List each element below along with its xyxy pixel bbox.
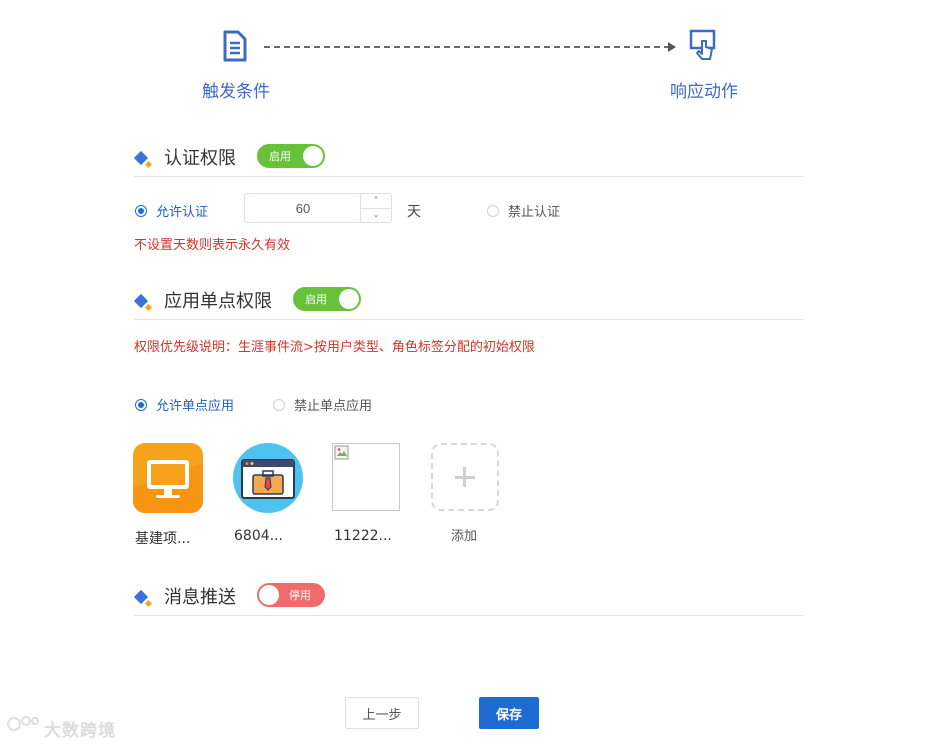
- deny-sso-label: 禁止单点应用: [294, 399, 373, 414]
- monitor-icon: [133, 443, 203, 513]
- increment-chevron-up-icon[interactable]: ⌃: [361, 194, 391, 209]
- days-number-input: ⌃ ⌄: [244, 193, 392, 223]
- allow-sso-label: 允许单点应用: [156, 399, 235, 414]
- app-label-1: 基建项...: [135, 531, 191, 547]
- days-input[interactable]: [245, 194, 361, 222]
- deny-auth-radio[interactable]: 禁止认证: [487, 201, 560, 220]
- touch-screen-icon: [689, 29, 717, 65]
- deny-auth-label: 禁止认证: [508, 205, 561, 220]
- sso-toggle-label: 启用: [305, 293, 327, 306]
- allow-auth-radio[interactable]: 允许认证: [135, 201, 208, 220]
- decrement-chevron-down-icon[interactable]: ⌄: [361, 208, 391, 222]
- broken-image-icon: [334, 445, 349, 460]
- watermark-text: 大数跨境: [44, 721, 116, 741]
- step-trigger-label: 触发条件: [202, 82, 270, 102]
- app-tile-1[interactable]: [133, 443, 203, 513]
- sso-section-title: 应用单点权限: [164, 291, 272, 312]
- watermark-logo-icon: [7, 716, 39, 731]
- prev-step-button[interactable]: 上一步: [345, 697, 419, 729]
- app-label-3: 11222...: [334, 528, 392, 544]
- days-unit: 天: [407, 204, 421, 220]
- allow-auth-label: 允许认证: [156, 205, 209, 220]
- app-tile-2[interactable]: [233, 443, 303, 513]
- step-connector-arrow: [668, 42, 676, 52]
- push-section-header: 消息推送: [133, 581, 804, 616]
- add-app-label: 添加: [451, 529, 478, 544]
- step-connector: [264, 46, 670, 48]
- auth-hint: 不设置天数则表示永久有效: [134, 238, 291, 253]
- push-toggle-label: 停用: [289, 589, 311, 602]
- app-label-2: 6804...: [234, 528, 283, 544]
- deny-sso-radio[interactable]: 禁止单点应用: [273, 395, 372, 414]
- push-toggle[interactable]: 停用: [257, 583, 325, 607]
- auth-toggle-label: 启用: [269, 150, 291, 163]
- sso-priority-note: 权限优先级说明：生涯事件流>按用户类型、角色标签分配的初始权限: [134, 340, 535, 355]
- app-tile-3[interactable]: [332, 443, 400, 511]
- sso-section-header: 应用单点权限: [133, 285, 804, 320]
- add-app-plus-icon[interactable]: [431, 443, 499, 511]
- step-action-label: 响应动作: [670, 82, 738, 102]
- auth-toggle[interactable]: 启用: [257, 144, 325, 168]
- document-icon: [222, 30, 248, 66]
- push-section-title: 消息推送: [164, 587, 236, 608]
- briefcase-window-icon: [233, 443, 303, 513]
- auth-section-header: 认证权限: [133, 142, 804, 177]
- sso-toggle[interactable]: 启用: [293, 287, 361, 311]
- auth-section-title: 认证权限: [164, 148, 236, 169]
- save-button[interactable]: 保存: [479, 697, 539, 729]
- allow-sso-radio[interactable]: 允许单点应用: [135, 395, 234, 414]
